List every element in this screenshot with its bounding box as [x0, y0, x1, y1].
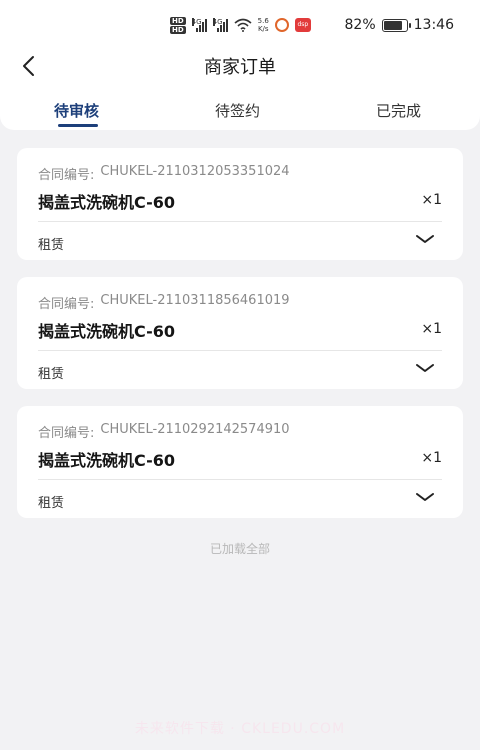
product-name: 揭盖式洗碗机C-60 [38, 193, 176, 212]
net-speed: 5.6 K/s [258, 17, 269, 33]
contract-number: 合同编号: CHUKEL-2110311856461019 [38, 293, 290, 312]
divider [38, 479, 442, 480]
status-bar: HD HD 4G 4G 5.6 K/s dsp 82% 13:46 [0, 0, 480, 44]
rent-type: 租赁 [38, 496, 65, 511]
page-title: 商家订单 [204, 57, 276, 78]
battery-percent: 82% [344, 17, 376, 33]
contract-value: CHUKEL-2110311856461019 [100, 293, 290, 308]
status-icons: HD HD 4G 4G 5.6 K/s dsp [170, 14, 311, 36]
expand-button[interactable] [415, 490, 435, 504]
product-name: 揭盖式洗碗机C-60 [38, 451, 176, 470]
contract-number: 合同编号: CHUKEL-2110292142574910 [38, 422, 290, 441]
screen: HD HD 4G 4G 5.6 K/s dsp 82% 13:46 商家订单 待… [0, 0, 480, 750]
contract-label: 合同编号: [38, 297, 95, 312]
tab-pending-signing[interactable]: 待签约 [215, 100, 260, 121]
notification-app-icon [274, 18, 289, 32]
network-label-2: 4G [212, 18, 223, 26]
order-card[interactable]: 合同编号: CHUKEL-2110292142574910 揭盖式洗碗机C-60… [17, 406, 463, 518]
chevron-down-icon [416, 235, 434, 243]
net-speed-value: 5.6 [257, 17, 269, 25]
active-tab-indicator [58, 124, 98, 127]
signal-icon-2: 4G [212, 18, 228, 32]
contract-label: 合同编号: [38, 168, 95, 183]
expand-button[interactable] [415, 232, 435, 246]
battery-icon [381, 18, 411, 32]
contract-value: CHUKEL-2110312053351024 [100, 164, 290, 179]
tab-completed[interactable]: 已完成 [376, 100, 421, 121]
quantity: ×1 [421, 192, 442, 208]
product-name: 揭盖式洗碗机C-60 [38, 322, 176, 341]
order-card[interactable]: 合同编号: CHUKEL-2110312053351024 揭盖式洗碗机C-60… [17, 148, 463, 260]
wifi-icon [234, 18, 252, 32]
rent-type: 租赁 [38, 367, 65, 382]
quantity: ×1 [421, 321, 442, 337]
order-card[interactable]: 合同编号: CHUKEL-2110311856461019 揭盖式洗碗机C-60… [17, 277, 463, 389]
battery-fill [383, 20, 402, 30]
contract-number: 合同编号: CHUKEL-2110312053351024 [38, 164, 290, 183]
tab-bar: 待审核 待签约 已完成 [0, 96, 480, 130]
hd-badge-2: HD [170, 25, 186, 34]
hd-icon: HD HD [170, 16, 186, 34]
notification-app-icon-2: dsp [294, 18, 311, 32]
hd-badge-1: HD [170, 16, 186, 25]
divider [38, 221, 442, 222]
net-speed-unit: K/s [257, 25, 269, 33]
clock: 13:46 [413, 17, 454, 33]
rent-type: 租赁 [38, 238, 65, 253]
status-right: 82% 13:46 [345, 17, 454, 33]
expand-button[interactable] [415, 361, 435, 375]
divider [38, 350, 442, 351]
chevron-down-icon [416, 493, 434, 501]
contract-label: 合同编号: [38, 426, 95, 441]
signal-icon: 4G [191, 18, 207, 32]
order-list: 合同编号: CHUKEL-2110312053351024 揭盖式洗碗机C-60… [17, 148, 463, 535]
quantity: ×1 [421, 450, 442, 466]
network-label-1: 4G [191, 18, 202, 26]
chevron-down-icon [416, 364, 434, 372]
header: 商家订单 待审核 待签约 已完成 [0, 44, 480, 130]
tab-pending-review[interactable]: 待审核 [54, 100, 99, 121]
contract-value: CHUKEL-2110292142574910 [100, 422, 290, 437]
all-loaded-note: 已加载全部 [209, 542, 270, 556]
watermark: 未来软件下载 · CKLEDU.COM [134, 721, 346, 737]
